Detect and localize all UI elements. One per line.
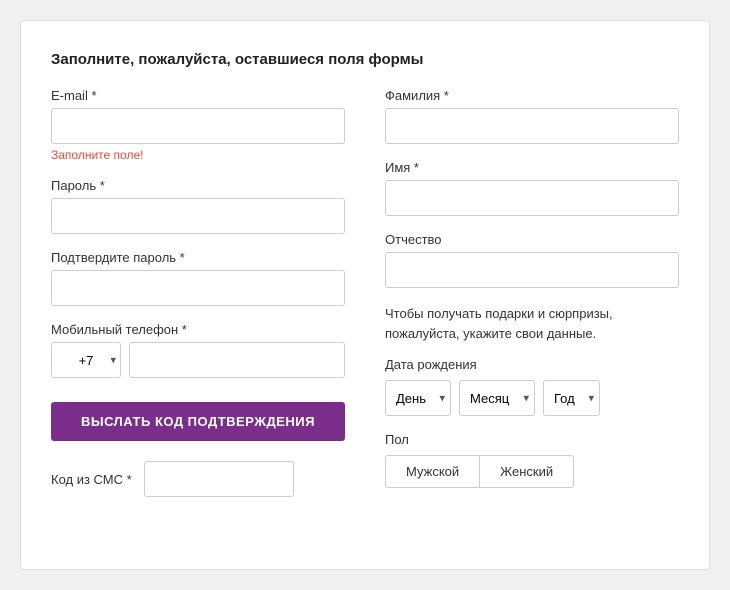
day-select-wrapper: День — [385, 380, 451, 416]
patronymic-field-group: Отчество — [385, 232, 679, 288]
gender-group: Пол Мужской Женский — [385, 432, 679, 488]
gift-text: Чтобы получать подарки и сюрпризы,пожалу… — [385, 304, 679, 343]
phone-code-select[interactable]: +7 — [51, 342, 121, 378]
form-columns: E-mail * Заполните поле! Пароль * Подтве… — [51, 88, 679, 497]
left-column: E-mail * Заполните поле! Пароль * Подтве… — [51, 88, 345, 497]
form-title: Заполните, пожалуйста, оставшиеся поля ф… — [51, 51, 679, 68]
phone-field-group: Мобильный телефон * +7 — [51, 322, 345, 378]
sms-field-group: Код из СМС * — [51, 461, 345, 497]
password-field-group: Пароль * — [51, 178, 345, 234]
month-select[interactable]: Месяц — [459, 380, 535, 416]
patronymic-label: Отчество — [385, 232, 679, 247]
gender-label: Пол — [385, 432, 679, 447]
form-container: Заполните, пожалуйста, оставшиеся поля ф… — [20, 20, 710, 570]
email-error: Заполните поле! — [51, 148, 345, 162]
gender-female-button[interactable]: Женский — [479, 455, 574, 488]
firstname-label: Имя * — [385, 160, 679, 175]
gender-male-button[interactable]: Мужской — [385, 455, 479, 488]
birthdate-row: День Месяц Год — [385, 380, 679, 416]
year-select-wrapper: Год — [543, 380, 600, 416]
month-select-wrapper: Месяц — [459, 380, 535, 416]
confirm-password-input[interactable] — [51, 270, 345, 306]
phone-code-wrapper: +7 — [51, 342, 121, 378]
firstname-input[interactable] — [385, 180, 679, 216]
email-field-group: E-mail * Заполните поле! — [51, 88, 345, 162]
firstname-field-group: Имя * — [385, 160, 679, 216]
lastname-input[interactable] — [385, 108, 679, 144]
gender-row: Мужской Женский — [385, 455, 679, 488]
sms-code-input[interactable] — [144, 461, 294, 497]
password-label: Пароль * — [51, 178, 345, 193]
confirm-password-label: Подтвердите пароль * — [51, 250, 345, 265]
birthdate-label: Дата рождения — [385, 357, 679, 372]
phone-number-input[interactable] — [129, 342, 345, 378]
phone-row: +7 — [51, 342, 345, 378]
lastname-field-group: Фамилия * — [385, 88, 679, 144]
patronymic-input[interactable] — [385, 252, 679, 288]
sms-label: Код из СМС * — [51, 472, 132, 487]
phone-label: Мобильный телефон * — [51, 322, 345, 337]
password-input[interactable] — [51, 198, 345, 234]
birthdate-group: Дата рождения День Месяц Год — [385, 357, 679, 416]
submit-code-button[interactable]: ВЫСЛАТЬ КОД ПОДТВЕРЖДЕНИЯ — [51, 402, 345, 441]
right-column: Фамилия * Имя * Отчество Чтобы получать … — [385, 88, 679, 497]
confirm-password-field-group: Подтвердите пароль * — [51, 250, 345, 306]
email-label: E-mail * — [51, 88, 345, 103]
lastname-label: Фамилия * — [385, 88, 679, 103]
year-select[interactable]: Год — [543, 380, 600, 416]
email-input[interactable] — [51, 108, 345, 144]
day-select[interactable]: День — [385, 380, 451, 416]
